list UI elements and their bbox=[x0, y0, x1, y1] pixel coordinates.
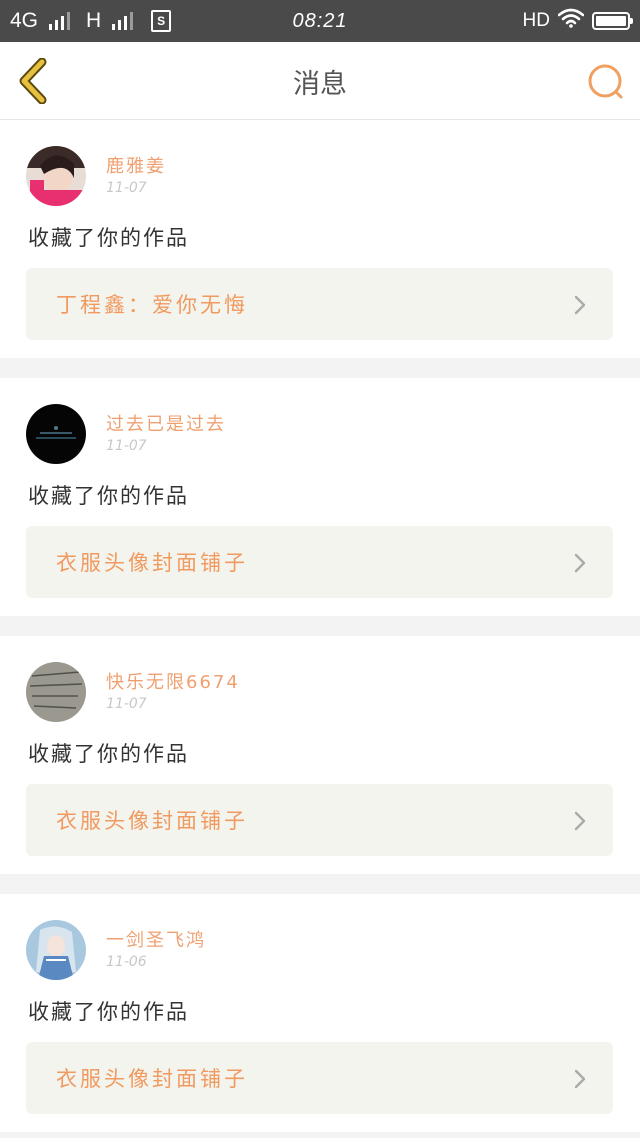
work-title: 丁程鑫：爱你无悔 bbox=[56, 293, 248, 317]
message-item: 快乐无限6674 11-07 收藏了你的作品 衣服头像封面铺子 bbox=[0, 636, 640, 874]
work-link-card[interactable]: 衣服头像封面铺子 bbox=[26, 526, 613, 598]
work-title: 衣服头像封面铺子 bbox=[56, 809, 248, 833]
search-icon bbox=[588, 64, 623, 99]
battery-icon bbox=[592, 12, 633, 30]
avatar[interactable] bbox=[26, 146, 86, 206]
action-text: 收藏了你的作品 bbox=[28, 1000, 189, 1024]
avatar[interactable] bbox=[26, 662, 86, 722]
back-button[interactable] bbox=[14, 57, 54, 105]
message-item: 一剑圣飞鸿 11-06 收藏了你的作品 衣服头像封面铺子 bbox=[0, 894, 640, 1132]
work-link-card[interactable]: 丁程鑫：爱你无悔 bbox=[26, 268, 613, 340]
work-link-card[interactable]: 衣服头像封面铺子 bbox=[26, 784, 613, 856]
chevron-right-icon bbox=[574, 295, 586, 315]
chevron-right-icon bbox=[574, 553, 586, 573]
action-text: 收藏了你的作品 bbox=[28, 226, 189, 250]
work-link-card[interactable]: 衣服头像封面铺子 bbox=[26, 1042, 613, 1114]
avatar[interactable] bbox=[26, 920, 86, 980]
message-date: 11-07 bbox=[106, 438, 147, 454]
page-title: 消息 bbox=[293, 68, 347, 100]
chevron-left-icon bbox=[19, 57, 47, 105]
status-bar: 4G H S 08:21 HD bbox=[0, 0, 640, 42]
status-bar-right: HD bbox=[522, 0, 633, 42]
chevron-right-icon bbox=[574, 811, 586, 831]
message-date: 11-07 bbox=[106, 180, 147, 196]
chevron-right-icon bbox=[574, 1069, 586, 1089]
message-date: 11-07 bbox=[106, 696, 147, 712]
hd-label: HD bbox=[522, 10, 550, 31]
action-text: 收藏了你的作品 bbox=[28, 742, 189, 766]
username-link[interactable]: 鹿雅姜 bbox=[106, 152, 166, 178]
message-item: 鹿雅姜 11-07 收藏了你的作品 丁程鑫：爱你无悔 bbox=[0, 120, 640, 358]
username-link[interactable]: 过去已是过去 bbox=[106, 410, 226, 436]
username-link[interactable]: 快乐无限6674 bbox=[106, 668, 240, 694]
work-title: 衣服头像封面铺子 bbox=[56, 1067, 248, 1091]
avatar[interactable] bbox=[26, 404, 86, 464]
username-link[interactable]: 一剑圣飞鸿 bbox=[106, 926, 206, 952]
message-item: 过去已是过去 11-07 收藏了你的作品 衣服头像封面铺子 bbox=[0, 378, 640, 616]
search-button[interactable] bbox=[586, 62, 626, 102]
wifi-icon bbox=[557, 8, 585, 34]
work-title: 衣服头像封面铺子 bbox=[56, 551, 248, 575]
header-bar: 消息 bbox=[0, 42, 640, 120]
action-text: 收藏了你的作品 bbox=[28, 484, 189, 508]
message-date: 11-06 bbox=[106, 954, 147, 970]
